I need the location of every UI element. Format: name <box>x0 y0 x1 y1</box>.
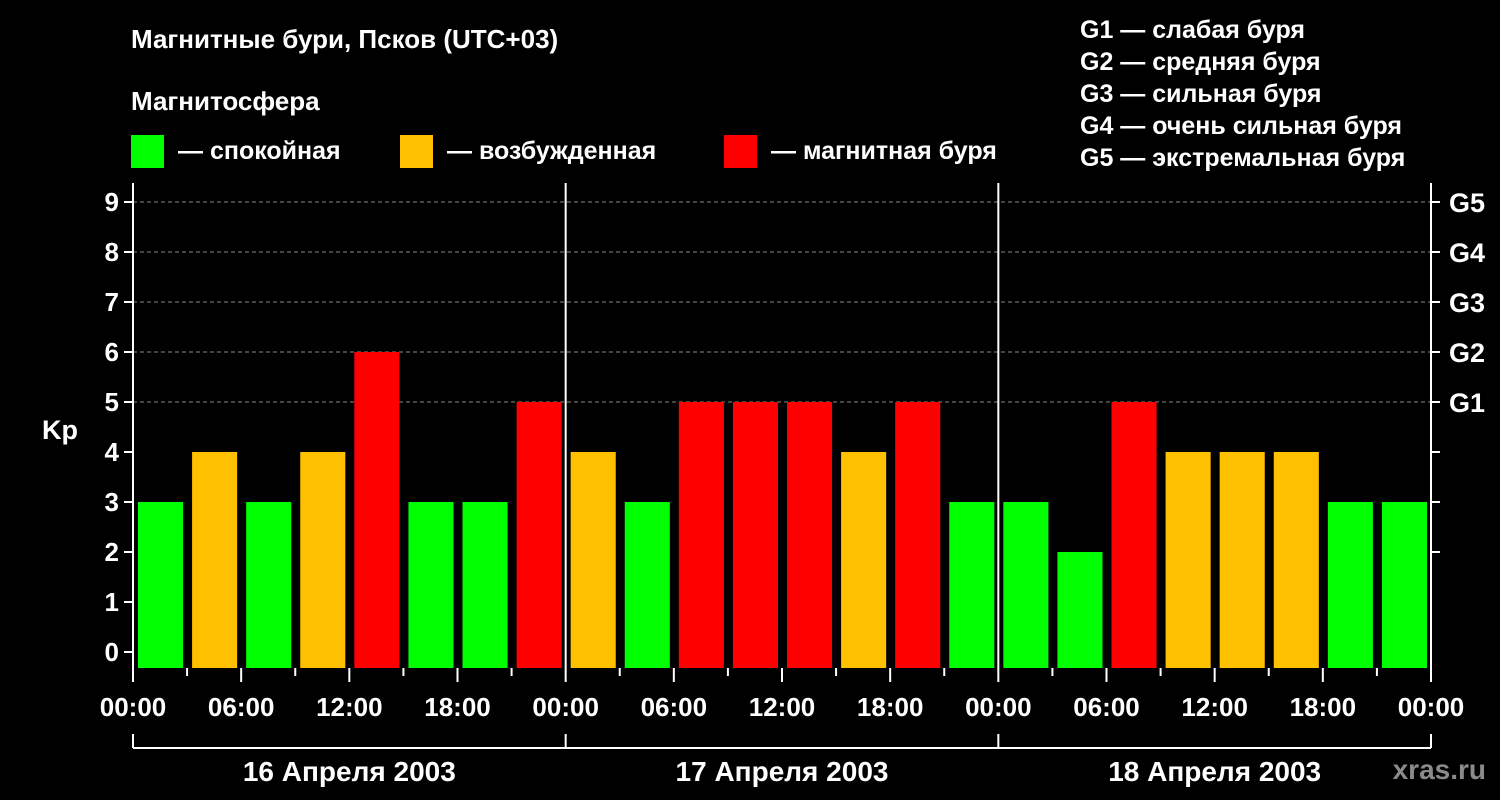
bar-13 <box>841 452 887 668</box>
y-tick-label-9: 9 <box>105 187 119 217</box>
x-tick-label-10: 12:00 <box>1181 692 1248 722</box>
x-tick-label-4: 00:00 <box>532 692 599 722</box>
bar-23 <box>1381 502 1427 668</box>
right-label-g3: G3 <box>1449 288 1485 318</box>
day-label-2: 18 Апреля 2003 <box>1108 756 1321 787</box>
x-tick-label-3: 18:00 <box>424 692 491 722</box>
bar-3 <box>300 452 346 668</box>
y-tick-label-7: 7 <box>105 287 119 317</box>
bar-18 <box>1111 402 1157 668</box>
right-label-g1: G1 <box>1449 388 1485 418</box>
bar-2 <box>246 502 292 668</box>
x-tick-label-7: 18:00 <box>857 692 924 722</box>
x-tick-label-12: 00:00 <box>1398 692 1465 722</box>
bar-16 <box>1003 502 1049 668</box>
x-tick-label-5: 06:00 <box>641 692 708 722</box>
y-tick-label-2: 2 <box>105 537 119 567</box>
kp-chart: 0 1 2 3 4 5 6 7 8 9 G1 G2 G3 G4 G5 Kp 00:00 06:00 12:00 18:… <box>42 183 1485 787</box>
bar-9 <box>624 502 670 668</box>
y-tick-label-4: 4 <box>105 437 120 467</box>
day-label-0: 16 Апреля 2003 <box>243 756 456 787</box>
right-label-g5: G5 <box>1449 188 1485 218</box>
bar-11 <box>732 402 778 668</box>
day-label-1: 17 Апреля 2003 <box>676 756 889 787</box>
y-tick-label-5: 5 <box>105 387 119 417</box>
y-axis-title: Kp <box>42 415 78 445</box>
bar-19 <box>1165 452 1211 668</box>
x-tick-label-9: 06:00 <box>1073 692 1140 722</box>
bar-8 <box>570 452 616 668</box>
right-label-g4: G4 <box>1449 238 1485 268</box>
bar-12 <box>787 402 833 668</box>
y-tick-label-6: 6 <box>105 337 119 367</box>
y-tick-label-1: 1 <box>105 587 119 617</box>
credit-label: xras.ru <box>1392 754 1486 785</box>
bar-0 <box>138 502 184 668</box>
x-tick-label-2: 12:00 <box>316 692 383 722</box>
bar-6 <box>462 502 508 668</box>
bar-21 <box>1273 452 1319 668</box>
x-tick-label-11: 18:00 <box>1290 692 1357 722</box>
bar-4 <box>354 352 400 668</box>
x-tick-label-1: 06:00 <box>208 692 275 722</box>
bar-22 <box>1327 502 1373 668</box>
bar-7 <box>516 402 562 668</box>
x-tick-label-8: 00:00 <box>965 692 1032 722</box>
x-tick-label-0: 00:00 <box>100 692 167 722</box>
right-label-g2: G2 <box>1449 338 1485 368</box>
y-tick-label-0: 0 <box>105 637 119 667</box>
bar-10 <box>678 402 724 668</box>
bar-5 <box>408 502 454 668</box>
bar-14 <box>895 402 941 668</box>
x-tick-label-6: 12:00 <box>749 692 816 722</box>
y-tick-label-3: 3 <box>105 487 119 517</box>
bar-17 <box>1057 552 1103 668</box>
bar-1 <box>192 452 238 668</box>
bar-20 <box>1219 452 1265 668</box>
y-tick-label-8: 8 <box>105 237 119 267</box>
bar-15 <box>949 502 995 668</box>
